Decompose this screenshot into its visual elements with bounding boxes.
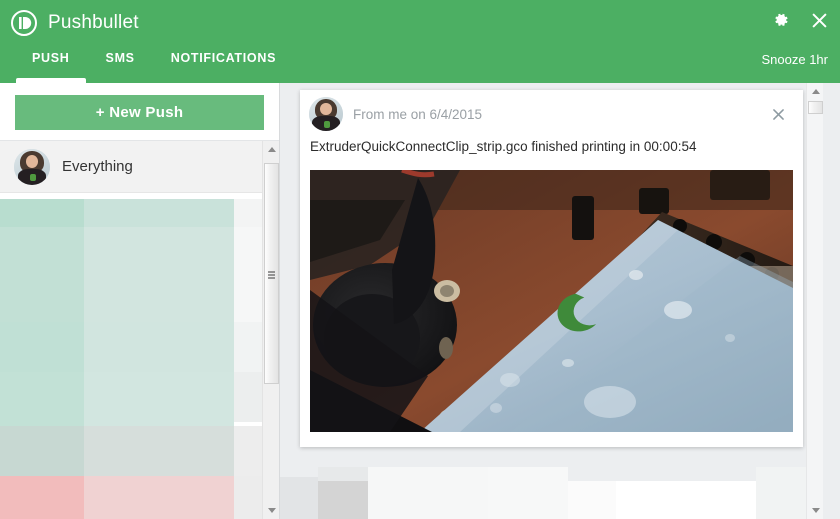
push-card-message: ExtruderQuickConnectClip_strip.gco finis… [310, 139, 697, 154]
avatar [14, 148, 50, 185]
channel-list: Everything [0, 141, 262, 519]
main-content: From me on 6/4/2015 ExtruderQuickConnect… [280, 83, 823, 519]
tab-sms-label: SMS [105, 51, 135, 65]
sidebar-item-label: Everything [62, 158, 133, 175]
main-scrollbar-thumb[interactable] [808, 101, 823, 114]
snooze-button[interactable]: Snooze 1hr [762, 52, 829, 67]
gear-icon[interactable] [770, 9, 792, 31]
new-push-button[interactable]: + New Push [15, 95, 264, 130]
brand: Pushbullet [10, 7, 139, 39]
sidebar-item-everything[interactable]: Everything [0, 141, 262, 193]
tab-push-label: PUSH [32, 51, 70, 65]
main-scrollbar[interactable] [806, 83, 823, 519]
scroll-up-arrow-icon[interactable] [263, 141, 279, 158]
close-icon[interactable] [808, 9, 830, 31]
tab-push[interactable]: PUSH [14, 46, 88, 83]
tab-notifications-label: NOTIFICATIONS [170, 51, 277, 65]
pushbullet-window: Pushbullet PUSH SMS NOTIFICATIONS Snooze… [0, 0, 840, 519]
push-card-from: From me on 6/4/2015 [353, 106, 483, 122]
scrollbar-grip-icon [268, 269, 275, 278]
sidebar: + New Push Everything [0, 83, 280, 519]
avatar [309, 97, 343, 131]
snooze-label: Snooze 1hr [761, 52, 829, 67]
blurred-push-card [280, 459, 823, 519]
scroll-up-arrow-icon[interactable] [807, 83, 823, 100]
scroll-down-arrow-icon[interactable] [807, 502, 823, 519]
sidebar-scrollbar-thumb[interactable] [264, 163, 279, 384]
sidebar-scrollbar[interactable] [262, 141, 279, 519]
push-card: From me on 6/4/2015 ExtruderQuickConnect… [300, 90, 803, 447]
scroll-down-arrow-icon[interactable] [263, 502, 279, 519]
app-title: Pushbullet [48, 12, 139, 33]
push-card-header: From me on 6/4/2015 [300, 90, 803, 138]
push-card-photo[interactable] [310, 170, 793, 432]
header-actions [770, 9, 830, 31]
pushbullet-logo-icon [10, 9, 38, 37]
close-icon[interactable] [767, 103, 789, 125]
blurred-push-previews [0, 194, 262, 519]
app-header: Pushbullet PUSH SMS NOTIFICATIONS Snooze… [0, 0, 840, 83]
tab-sms[interactable]: SMS [88, 46, 153, 83]
main-tabs: PUSH SMS NOTIFICATIONS [0, 46, 294, 83]
tab-notifications[interactable]: NOTIFICATIONS [153, 46, 294, 83]
new-push-container: + New Push [0, 83, 279, 141]
